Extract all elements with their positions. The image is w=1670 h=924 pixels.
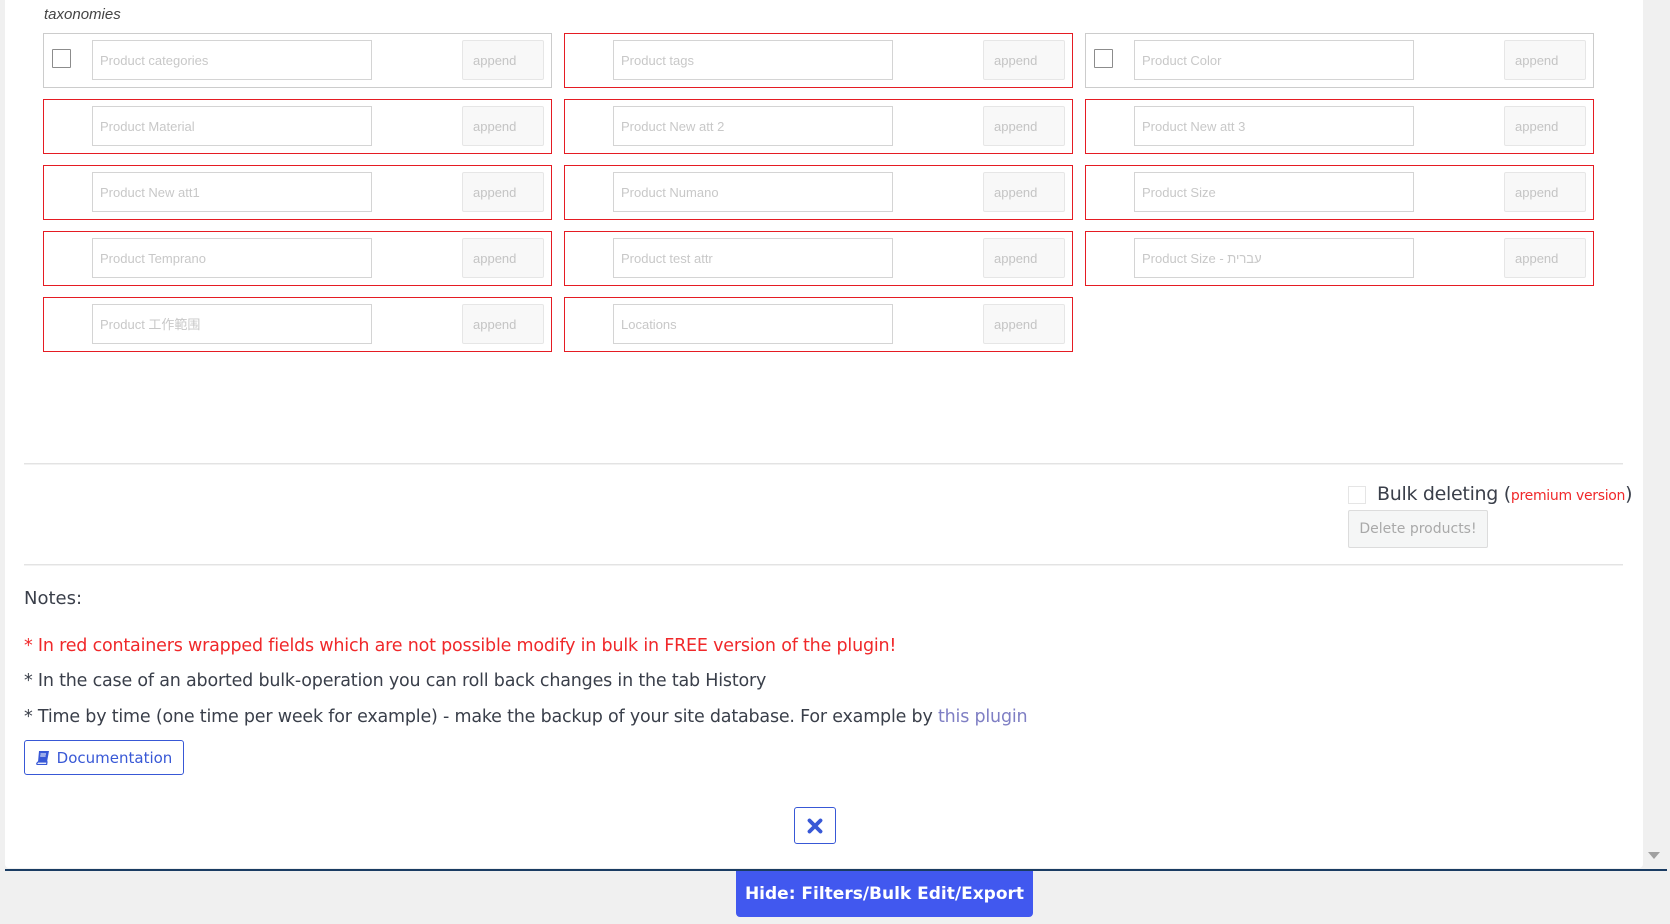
taxonomy-append-mode-select[interactable] <box>983 304 1065 344</box>
divider <box>24 564 1623 566</box>
taxonomy-terms-input[interactable] <box>613 40 893 80</box>
taxonomy-enable-checkbox[interactable] <box>1094 49 1113 68</box>
taxonomy-append-mode-select[interactable] <box>1504 106 1586 146</box>
backup-plugin-link[interactable]: this plugin <box>938 707 1028 727</box>
taxonomies-section-label: taxonomies <box>44 6 121 23</box>
close-panel-button[interactable] <box>794 807 836 844</box>
close-icon <box>807 818 823 833</box>
bulk-deleting-label: Bulk deleting (premium version) <box>1377 483 1633 505</box>
note-history-rollback: * In the case of an aborted bulk-operati… <box>24 671 767 691</box>
taxonomy-append-mode-select[interactable] <box>983 106 1065 146</box>
delete-products-button[interactable]: Delete products! <box>1348 510 1488 548</box>
taxonomy-terms-input[interactable] <box>1134 40 1414 80</box>
taxonomy-field-box <box>564 165 1073 220</box>
taxonomy-terms-input[interactable] <box>92 238 372 278</box>
note-backup-text: * Time by time (one time per week for ex… <box>24 707 938 727</box>
taxonomy-terms-input[interactable] <box>1134 238 1414 278</box>
taxonomy-field-box <box>564 33 1073 88</box>
taxonomy-enable-checkbox[interactable] <box>52 49 71 68</box>
scrollbar-track[interactable] <box>1643 0 1670 868</box>
taxonomy-field-box <box>1085 33 1594 88</box>
taxonomy-terms-input[interactable] <box>92 304 372 344</box>
scroll-down-arrow-icon[interactable] <box>1648 852 1660 859</box>
paren-close: ) <box>1625 483 1633 505</box>
taxonomy-append-mode-select[interactable] <box>1504 238 1586 278</box>
taxonomy-append-mode-select[interactable] <box>462 106 544 146</box>
taxonomy-append-mode-select[interactable] <box>1504 40 1586 80</box>
taxonomy-field-box <box>1085 231 1594 286</box>
taxonomy-field-box <box>564 231 1073 286</box>
taxonomy-append-mode-select[interactable] <box>983 238 1065 278</box>
taxonomy-terms-input[interactable] <box>1134 106 1414 146</box>
taxonomy-append-mode-select[interactable] <box>983 172 1065 212</box>
taxonomy-terms-input[interactable] <box>613 304 893 344</box>
hide-filters-bulk-edit-export-button[interactable]: Hide: Filters/Bulk Edit/Export <box>736 871 1033 917</box>
documentation-button[interactable]: Documentation <box>24 740 184 775</box>
taxonomy-field-box <box>1085 165 1594 220</box>
taxonomy-field-box <box>43 165 552 220</box>
taxonomy-append-mode-select[interactable] <box>983 40 1065 80</box>
taxonomy-field-box <box>43 99 552 154</box>
taxonomy-append-mode-select[interactable] <box>462 40 544 80</box>
note-backup: * Time by time (one time per week for ex… <box>24 707 1028 727</box>
documentation-label: Documentation <box>56 748 173 767</box>
taxonomy-field-box <box>1085 99 1594 154</box>
taxonomy-append-mode-select[interactable] <box>462 238 544 278</box>
taxonomy-field-box <box>43 297 552 352</box>
taxonomy-append-mode-select[interactable] <box>1504 172 1586 212</box>
taxonomy-terms-input[interactable] <box>613 106 893 146</box>
notes-title: Notes: <box>24 588 83 609</box>
taxonomy-terms-input[interactable] <box>613 172 893 212</box>
premium-version-label: premium version <box>1510 488 1626 504</box>
taxonomy-field-box <box>43 231 552 286</box>
book-icon <box>35 750 49 765</box>
taxonomy-terms-input[interactable] <box>613 238 893 278</box>
taxonomy-terms-input[interactable] <box>92 172 372 212</box>
divider <box>24 463 1623 465</box>
taxonomy-terms-input[interactable] <box>1134 172 1414 212</box>
taxonomy-field-box <box>564 99 1073 154</box>
paren-open: ( <box>1498 483 1511 505</box>
taxonomy-terms-input[interactable] <box>92 106 372 146</box>
taxonomy-append-mode-select[interactable] <box>462 172 544 212</box>
taxonomy-field-box <box>564 297 1073 352</box>
bulk-deleting-checkbox[interactable] <box>1348 486 1366 504</box>
bulk-deleting-text: Bulk deleting <box>1377 483 1499 505</box>
taxonomy-append-mode-select[interactable] <box>462 304 544 344</box>
taxonomy-terms-input[interactable] <box>92 40 372 80</box>
note-free-version-warning: * In red containers wrapped fields which… <box>24 636 897 656</box>
taxonomy-field-box <box>43 33 552 88</box>
